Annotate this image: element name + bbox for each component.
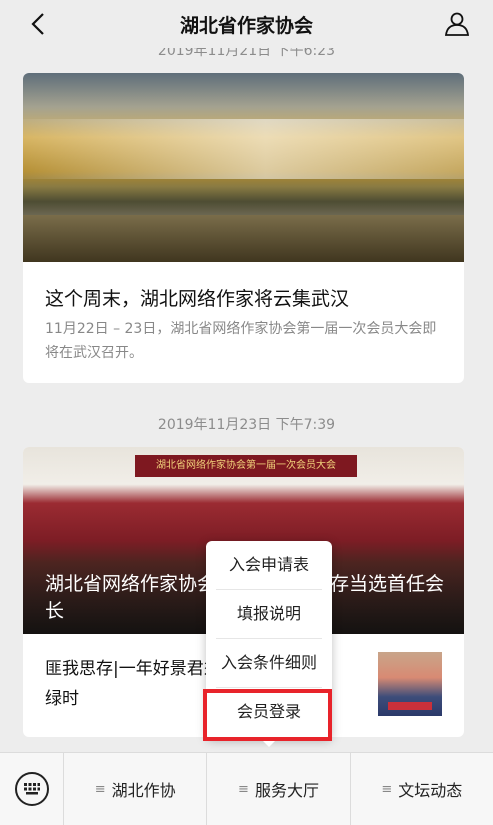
menu-item-requirements[interactable]: 入会条件细则 xyxy=(206,639,332,687)
meeting-banner: 湖北省网络作家协会第一届一次会员大会 xyxy=(135,455,357,477)
bottom-menu-service-hall[interactable]: ≡ 服务大厅 xyxy=(207,753,351,825)
timestamp: 2019年11月23日 下午7:39 xyxy=(157,417,336,433)
back-arrow-icon[interactable] xyxy=(24,10,52,38)
article-title: 这个周末，湖北网络作家将云集武汉 xyxy=(45,288,350,310)
article-card-1[interactable]: 这个周末，湖北网络作家将云集武汉 11月22日 – 23日，湖北省网络作家协会第… xyxy=(23,73,464,383)
bottom-menu-label: 湖北作协 xyxy=(111,781,176,800)
user-icon[interactable] xyxy=(443,10,471,38)
keyboard-icon xyxy=(14,772,49,806)
menu-lines-icon: ≡ xyxy=(238,781,249,797)
keyboard-toggle[interactable] xyxy=(0,753,64,825)
bottom-menu-hubei-zuoxie[interactable]: ≡ 湖北作协 xyxy=(64,753,208,825)
bottom-menu-label: 文坛动态 xyxy=(398,781,463,800)
bottom-menu-literary-news[interactable]: ≡ 文坛动态 xyxy=(351,753,493,825)
top-navigation-bar: 湖北省作家协会 xyxy=(0,0,493,48)
menu-item-instructions[interactable]: 填报说明 xyxy=(206,590,332,638)
sub-article-thumbnail xyxy=(378,652,442,716)
menu-lines-icon: ≡ xyxy=(94,781,106,797)
menu-item-application-form[interactable]: 入会申请表 xyxy=(206,541,332,589)
menu-lines-icon: ≡ xyxy=(381,781,393,797)
article-description: 11月22日 – 23日，湖北省网络作家协会第一届一次会员大会即将在武汉召开。 xyxy=(45,321,437,361)
bottom-menu-label: 服务大厅 xyxy=(254,781,319,800)
article-image-forest xyxy=(23,73,464,262)
page-title: 湖北省作家协会 xyxy=(179,14,313,37)
bottom-menu-bar: ≡ 湖北作协 ≡ 服务大厅 ≡ 文坛动态 xyxy=(0,752,493,825)
highlight-box xyxy=(203,689,332,741)
